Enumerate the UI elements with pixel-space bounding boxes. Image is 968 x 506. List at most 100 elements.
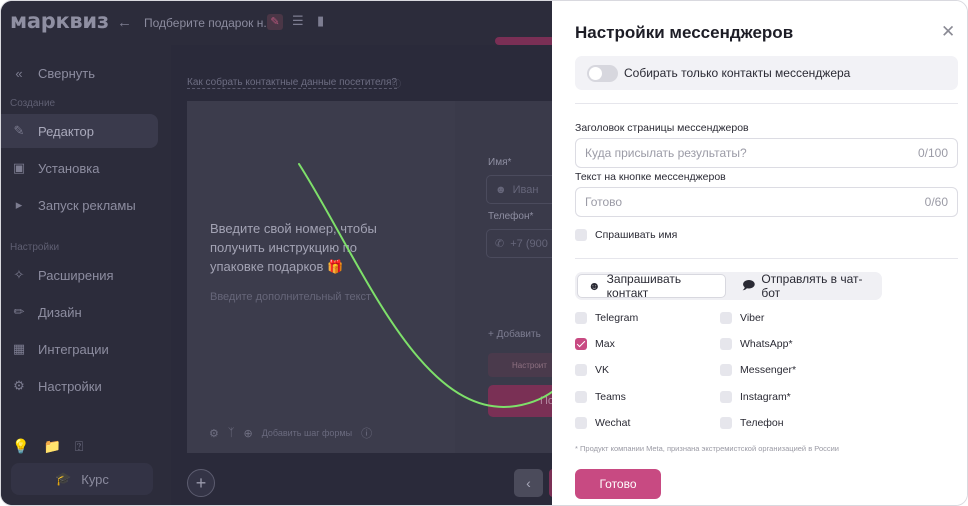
megaphone-icon: ▸ bbox=[15, 197, 23, 212]
messenger-instagram[interactable]: Instagram* bbox=[720, 391, 791, 403]
messenger-wechat[interactable]: Wechat bbox=[575, 417, 630, 429]
install-icon: ▣ bbox=[12, 160, 26, 175]
chart-icon[interactable]: ▮ bbox=[317, 13, 324, 29]
messenger-viber[interactable]: Viber bbox=[720, 312, 764, 324]
help-icon[interactable]: ⍰ bbox=[75, 438, 83, 455]
name-placeholder: Иван bbox=[512, 183, 539, 196]
collapse-label: Свернуть bbox=[38, 65, 96, 81]
name-field[interactable]: ☻ Иван bbox=[486, 175, 552, 204]
checkbox-checked[interactable] bbox=[575, 338, 587, 350]
tab-label: Запрашивать контакт bbox=[606, 272, 682, 300]
sidebar-item-editor[interactable]: ✎ Редактор bbox=[1, 114, 158, 148]
window: марквиз ← Подберите подарок н... ✎ ☰ ▮ «… bbox=[0, 0, 968, 506]
divider bbox=[575, 258, 958, 259]
sidebar-item-install[interactable]: ▣ Установка bbox=[1, 151, 158, 185]
top-bar: марквиз ← Подберите подарок н... ✎ ☰ ▮ bbox=[1, 1, 552, 45]
brush-icon: ✏ bbox=[13, 304, 25, 319]
form-subtitle[interactable]: Введите дополнительный текст bbox=[210, 291, 371, 303]
button-text-counter: 0/60 bbox=[924, 195, 948, 209]
pencil-icon[interactable]: ✎ bbox=[267, 14, 283, 30]
submit-button[interactable]: По bbox=[488, 385, 552, 417]
panel-title: Настройки мессенджеров bbox=[575, 23, 794, 42]
divider bbox=[575, 103, 958, 104]
sidebar-utility-icons: 💡 📁 ⍰ bbox=[12, 438, 83, 455]
done-button[interactable]: Готово bbox=[575, 469, 661, 499]
chat-bubble-icon: 🗩 bbox=[742, 277, 756, 292]
settings-button[interactable]: Настроит bbox=[488, 353, 552, 377]
checkbox[interactable] bbox=[575, 364, 587, 376]
sidebar-item-label: Запуск рекламы bbox=[38, 197, 136, 213]
checkbox[interactable] bbox=[575, 312, 587, 324]
add-circle-icon[interactable]: ⊕ bbox=[243, 427, 252, 440]
lightbulb-icon[interactable]: 💡 bbox=[12, 438, 29, 455]
ask-name-checkbox[interactable] bbox=[575, 229, 587, 241]
add-button[interactable]: + bbox=[187, 469, 215, 497]
sidebar-item-label: Интеграции bbox=[38, 341, 109, 357]
sidebar-item-label: Редактор bbox=[38, 123, 94, 139]
messenger-phone[interactable]: Телефон bbox=[720, 417, 784, 429]
tab-send-to-bot[interactable]: 🗩 Отправлять в чат-бот bbox=[732, 272, 880, 300]
messenger-label: WhatsApp* bbox=[740, 338, 793, 350]
phone-placeholder: +7 (900 bbox=[510, 237, 548, 250]
help-link[interactable]: Как собрать контактные данные посетителя… bbox=[187, 77, 397, 89]
sidebar-item-design[interactable]: ✏ Дизайн bbox=[1, 295, 158, 329]
branch-icon[interactable]: ᛉ bbox=[228, 427, 235, 439]
messenger-only-toggle[interactable] bbox=[587, 64, 618, 82]
tab-request-contact[interactable]: ☻ Запрашивать контакт bbox=[577, 272, 726, 300]
header-placeholder: Куда присылать результаты? bbox=[585, 146, 747, 160]
gear-icon: ⚙ bbox=[13, 378, 25, 393]
checkbox[interactable] bbox=[720, 312, 732, 324]
folder-icon[interactable]: 📁 bbox=[43, 438, 60, 455]
checkbox[interactable] bbox=[720, 417, 732, 429]
messenger-whatsapp[interactable]: WhatsApp* bbox=[720, 338, 793, 350]
sidebar-item-ads[interactable]: ▸ Запуск рекламы bbox=[1, 188, 158, 222]
checkbox[interactable] bbox=[720, 364, 732, 376]
close-icon[interactable]: ✕ bbox=[941, 23, 955, 40]
form-canvas: Введите свой номер, чтобы получить инстр… bbox=[187, 101, 552, 453]
sidebar-item-extensions[interactable]: ✧ Расширения bbox=[1, 258, 158, 292]
checkbox[interactable] bbox=[575, 417, 587, 429]
form-title[interactable]: Введите свой номер, чтобы получить инстр… bbox=[210, 219, 400, 276]
messenger-teams[interactable]: Teams bbox=[575, 391, 626, 403]
canvas-toolbar: ⚙ ᛉ ⊕ Добавить шаг формы ⓘ bbox=[209, 425, 372, 441]
publish-button[interactable] bbox=[495, 37, 552, 45]
puzzle-icon: ✧ bbox=[13, 267, 25, 282]
messenger-only-toggle-row[interactable]: Собирать только контакты мессенджера bbox=[575, 56, 958, 90]
messenger-messenger[interactable]: Messenger* bbox=[720, 364, 796, 376]
messenger-settings-panel: Настройки мессенджеров ✕ Собирать только… bbox=[552, 1, 967, 505]
sidebar-item-label: Установка bbox=[38, 160, 100, 176]
messenger-label: Viber bbox=[740, 312, 765, 324]
messenger-vk[interactable]: VK bbox=[575, 364, 609, 376]
back-arrow-icon[interactable]: ← bbox=[117, 14, 132, 31]
add-step-link[interactable]: Добавить шаг формы bbox=[262, 428, 352, 438]
user-icon: ☻ bbox=[495, 183, 507, 196]
section-settings: Настройки bbox=[10, 242, 60, 253]
sidebar-item-label: Настройки bbox=[38, 378, 102, 394]
messenger-max[interactable]: Max bbox=[575, 338, 615, 350]
button-text-input[interactable]: Готово 0/60 bbox=[575, 187, 958, 217]
messenger-telegram[interactable]: Telegram bbox=[575, 312, 638, 324]
sidebar-item-integrations[interactable]: ▦ Интеграции bbox=[1, 332, 158, 366]
checkbox[interactable] bbox=[575, 391, 587, 403]
page-name[interactable]: Подберите подарок н... bbox=[144, 16, 273, 30]
editor-main: Как собрать контактные данные посетителя… bbox=[171, 45, 552, 505]
course-button[interactable]: 🎓 Курс bbox=[11, 463, 153, 495]
editor-background: марквиз ← Подберите подарок н... ✎ ☰ ▮ «… bbox=[1, 1, 552, 505]
checkbox[interactable] bbox=[720, 391, 732, 403]
phone-field[interactable]: ✆ +7 (900 bbox=[486, 229, 552, 258]
name-label: Имя* bbox=[488, 157, 512, 168]
list-icon[interactable]: ☰ bbox=[292, 13, 304, 29]
sidebar: « Свернуть Создание ✎ Редактор ▣ Установ… bbox=[1, 45, 171, 505]
add-field-link[interactable]: + Добавить bbox=[488, 329, 541, 340]
gear-icon[interactable]: ⚙ bbox=[209, 427, 219, 440]
messenger-label: Messenger* bbox=[740, 364, 797, 376]
collapse-button[interactable]: « Свернуть bbox=[1, 56, 158, 90]
messenger-label: VK bbox=[595, 364, 610, 376]
sidebar-item-settings[interactable]: ⚙ Настройки bbox=[1, 369, 158, 403]
ask-name-checkbox-row[interactable]: Спрашивать имя bbox=[575, 229, 677, 241]
header-input[interactable]: Куда присылать результаты? 0/100 bbox=[575, 138, 958, 168]
checkbox[interactable] bbox=[720, 338, 732, 350]
sidebar-item-label: Дизайн bbox=[38, 304, 82, 320]
double-chevron-left-icon: « bbox=[15, 65, 23, 81]
prev-button[interactable]: ‹ bbox=[514, 469, 543, 497]
